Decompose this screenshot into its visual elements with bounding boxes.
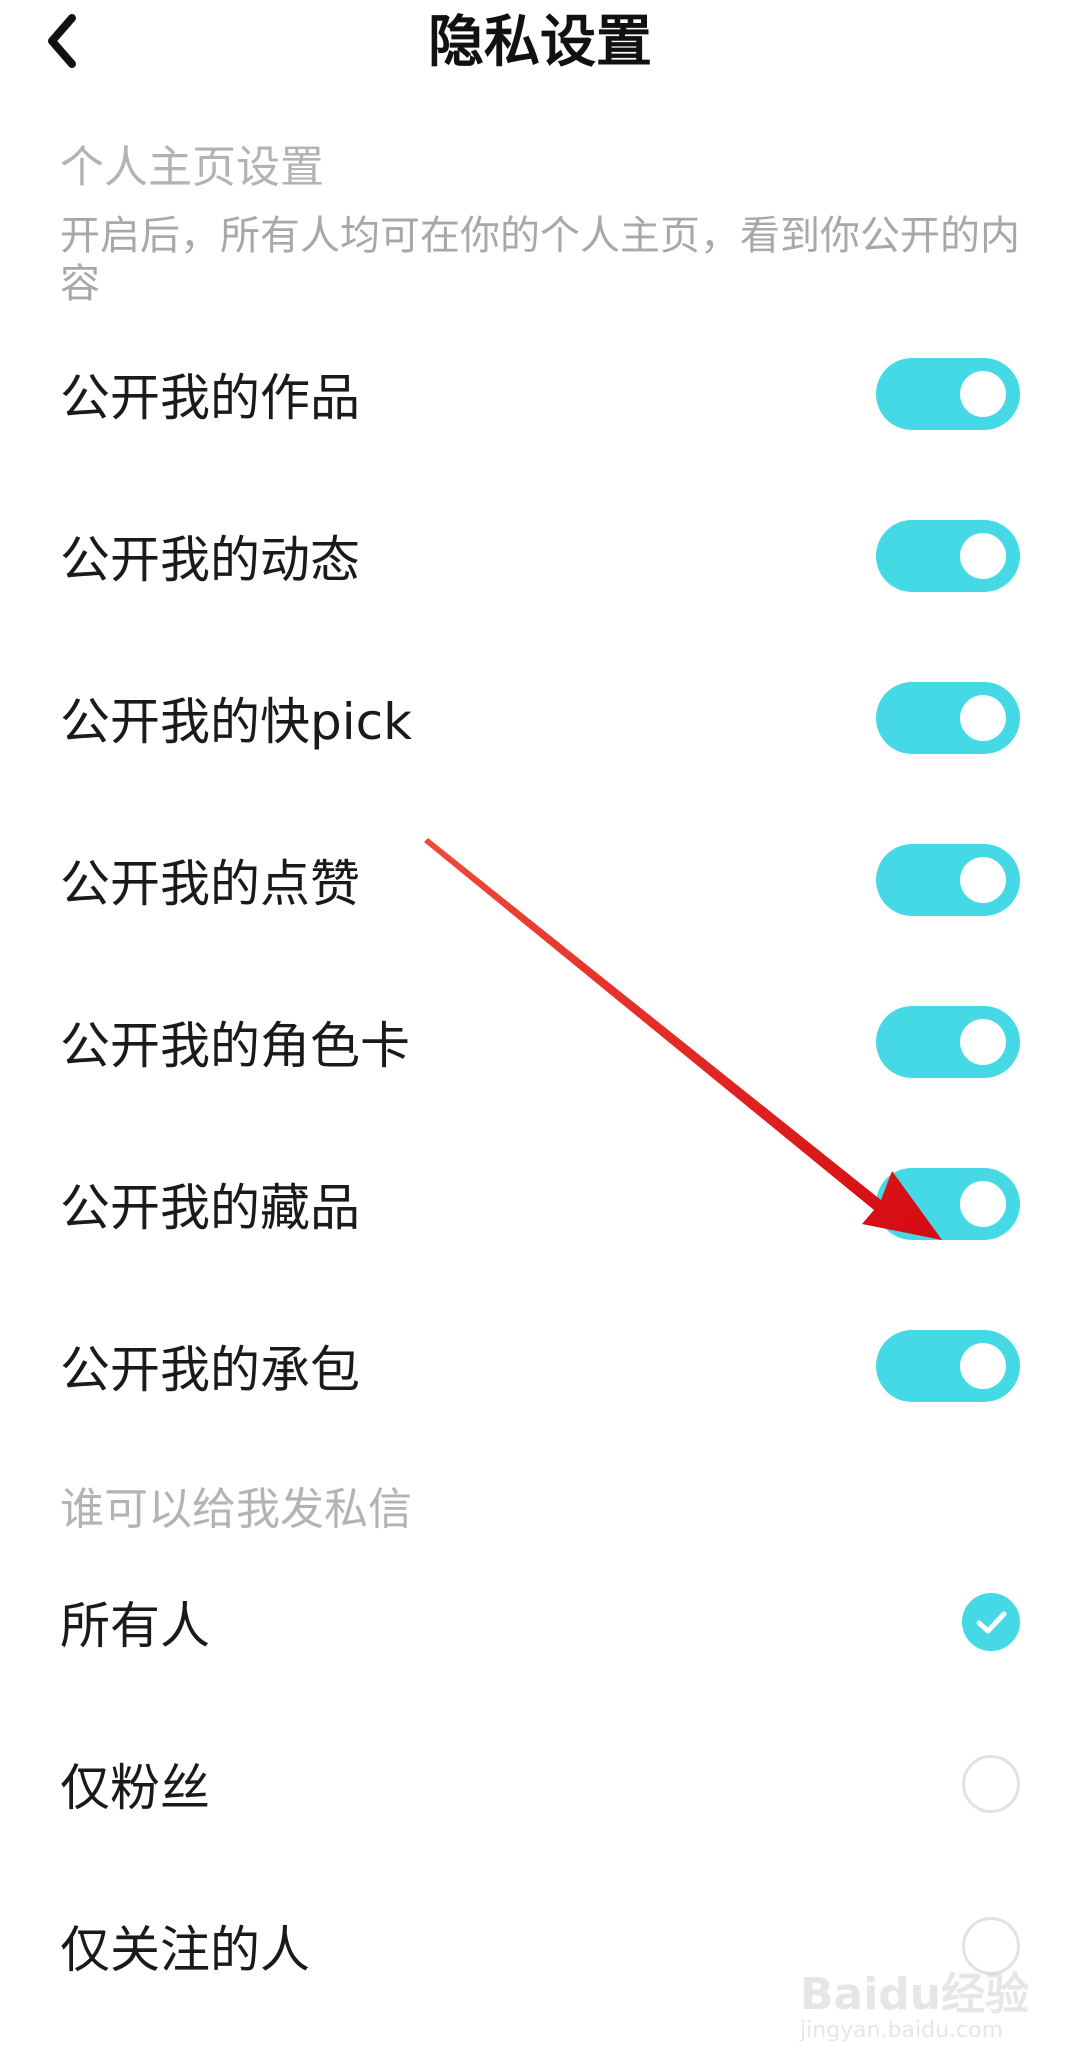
toggle-switch-moments[interactable] bbox=[876, 520, 1020, 592]
option-label: 仅关注的人 bbox=[60, 1921, 310, 1979]
setting-row-likes[interactable]: 公开我的点赞 bbox=[0, 800, 1080, 960]
toggle-switch-quick-pick[interactable] bbox=[876, 682, 1020, 754]
toggle-knob bbox=[960, 695, 1006, 741]
radio-fans-only[interactable] bbox=[962, 1755, 1020, 1813]
toggle-switch-works[interactable] bbox=[876, 358, 1020, 430]
setting-label: 公开我的角色卡 bbox=[60, 1017, 410, 1075]
option-label: 所有人 bbox=[60, 1597, 210, 1655]
watermark: Baidu经验 jingyan.baidu.com bbox=[800, 1958, 1029, 2048]
section-title-homepage: 个人主页设置 bbox=[60, 142, 324, 193]
setting-label: 公开我的藏品 bbox=[60, 1179, 360, 1237]
toggle-knob bbox=[960, 1181, 1006, 1227]
message-option-everyone[interactable]: 所有人 bbox=[0, 1542, 1080, 1702]
section-description-homepage: 开启后，所有人均可在你的个人主页，看到你公开的内容 bbox=[60, 213, 1020, 307]
section-title-messages: 谁可以给我发私信 bbox=[60, 1484, 412, 1535]
setting-label: 公开我的承包 bbox=[60, 1341, 360, 1399]
toggle-knob bbox=[960, 857, 1006, 903]
setting-row-moments[interactable]: 公开我的动态 bbox=[0, 476, 1080, 636]
checkmark-icon bbox=[976, 1611, 1007, 1634]
toggle-switch-likes[interactable] bbox=[876, 844, 1020, 916]
toggle-knob bbox=[960, 371, 1006, 417]
setting-row-character-cards[interactable]: 公开我的角色卡 bbox=[0, 962, 1080, 1122]
toggle-knob bbox=[960, 1019, 1006, 1065]
toggle-switch-collections[interactable] bbox=[876, 1168, 1020, 1240]
setting-row-collections[interactable]: 公开我的藏品 bbox=[0, 1124, 1080, 1284]
option-label: 仅粉丝 bbox=[60, 1759, 210, 1817]
page-title: 隐私设置 bbox=[428, 10, 652, 75]
watermark-url: jingyan.baidu.com bbox=[800, 2018, 1004, 2043]
setting-label: 公开我的动态 bbox=[60, 531, 360, 589]
setting-label: 公开我的作品 bbox=[60, 369, 360, 427]
message-option-fans-only[interactable]: 仅粉丝 bbox=[0, 1704, 1080, 1864]
toggle-switch-sponsorships[interactable] bbox=[876, 1330, 1020, 1402]
setting-label: 公开我的快pick bbox=[60, 693, 413, 751]
setting-row-quick-pick[interactable]: 公开我的快pick bbox=[0, 638, 1080, 798]
toggle-switch-character-cards[interactable] bbox=[876, 1006, 1020, 1078]
setting-row-sponsorships[interactable]: 公开我的承包 bbox=[0, 1286, 1080, 1446]
toggle-knob bbox=[960, 533, 1006, 579]
radio-everyone[interactable] bbox=[962, 1593, 1020, 1651]
header: 隐私设置 bbox=[0, 0, 1080, 90]
setting-label: 公开我的点赞 bbox=[60, 855, 360, 913]
setting-row-works[interactable]: 公开我的作品 bbox=[0, 314, 1080, 474]
watermark-text: Baidu经验 bbox=[800, 1969, 1030, 2020]
toggle-knob bbox=[960, 1343, 1006, 1389]
